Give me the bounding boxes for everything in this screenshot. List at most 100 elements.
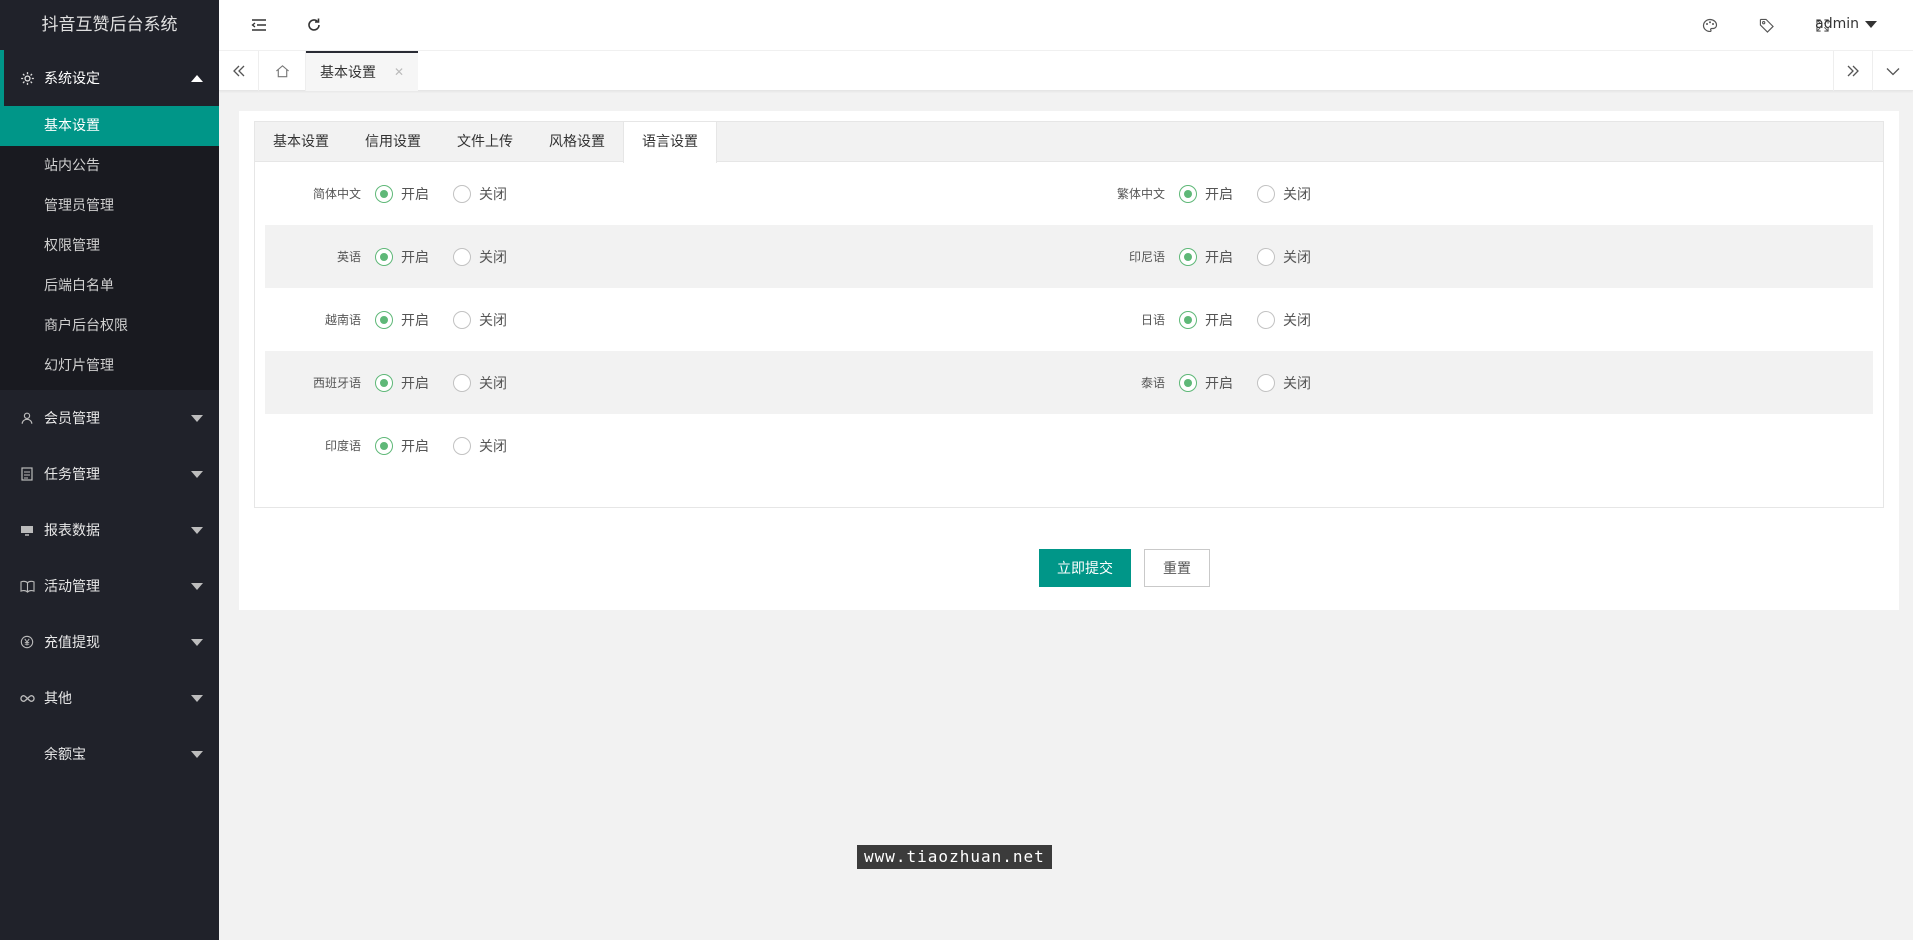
radio-off[interactable]: 关闭 bbox=[1257, 310, 1311, 330]
submenu-system: 基本设置 站内公告 管理员管理 权限管理 后端白名单 商户后台权限 幻灯片管理 bbox=[0, 106, 219, 390]
form-row: 印度语 开启 关闭 bbox=[265, 414, 1873, 477]
radio-off[interactable]: 关闭 bbox=[1257, 247, 1311, 267]
tab-style[interactable]: 风格设置 bbox=[531, 122, 623, 161]
radio-on[interactable]: 开启 bbox=[375, 436, 429, 456]
radio-circle-icon bbox=[375, 310, 393, 329]
language-label: 西班牙语 bbox=[312, 376, 361, 390]
caret-down-icon bbox=[191, 695, 203, 702]
tab-credit[interactable]: 信用设置 bbox=[347, 122, 439, 161]
language-label: 泰语 bbox=[1140, 376, 1165, 390]
book-icon bbox=[18, 577, 36, 595]
radio-off[interactable]: 关闭 bbox=[453, 436, 507, 456]
theme-icon[interactable] bbox=[1697, 12, 1723, 38]
nav-header-activities[interactable]: 活动管理 bbox=[0, 558, 219, 614]
caret-down-icon bbox=[191, 527, 203, 534]
user-menu[interactable]: admin bbox=[1815, 16, 1877, 32]
radio-off[interactable]: 关闭 bbox=[453, 247, 507, 267]
radio-label: 开启 bbox=[401, 438, 429, 455]
radio-label: 开启 bbox=[1205, 249, 1233, 266]
nav-header-label: 会员管理 bbox=[44, 411, 100, 427]
page-tabs-bar: 基本设置 ✕ bbox=[219, 51, 1913, 91]
reset-button[interactable]: 重置 bbox=[1144, 549, 1210, 587]
sidebar-item-basic-settings[interactable]: 基本设置 bbox=[0, 106, 219, 146]
submit-button[interactable]: 立即提交 bbox=[1039, 549, 1131, 587]
settings-tabs: 基本设置 信用设置 文件上传 风格设置 语言设置 bbox=[255, 122, 1883, 163]
language-label: 繁体中文 bbox=[1116, 187, 1165, 201]
radio-off[interactable]: 关闭 bbox=[453, 184, 507, 204]
radio-label: 开启 bbox=[401, 249, 429, 266]
home-icon[interactable] bbox=[259, 51, 306, 91]
tabs-scroll-right-icon[interactable] bbox=[1833, 51, 1873, 91]
radio-label: 关闭 bbox=[1283, 186, 1311, 203]
radio-label: 关闭 bbox=[1283, 312, 1311, 329]
radio-on[interactable]: 开启 bbox=[1179, 310, 1233, 330]
form-row: 英语 开启 关闭 印尼语 开启 关闭 bbox=[265, 225, 1873, 288]
language-label: 简体中文 bbox=[312, 187, 361, 201]
nav-header-system-settings[interactable]: 系统设定 bbox=[0, 50, 219, 106]
caret-up-icon bbox=[191, 75, 203, 82]
radio-on[interactable]: 开启 bbox=[375, 373, 429, 393]
sidebar-item-admin-management[interactable]: 管理员管理 bbox=[0, 186, 219, 226]
language-label: 日语 bbox=[1140, 313, 1165, 327]
sidebar-item-backend-whitelist[interactable]: 后端白名单 bbox=[0, 266, 219, 306]
tabs-scroll-left-icon[interactable] bbox=[219, 51, 259, 91]
tab-basic-settings[interactable]: 基本设置 ✕ bbox=[306, 51, 419, 91]
tag-icon[interactable] bbox=[1753, 12, 1779, 38]
nav-header-label: 报表数据 bbox=[44, 523, 100, 539]
refresh-icon[interactable] bbox=[301, 12, 327, 38]
language-label: 越南语 bbox=[324, 313, 361, 327]
nav-header-yuebao[interactable]: 余额宝 bbox=[0, 726, 219, 782]
radio-circle-icon bbox=[1179, 247, 1197, 266]
tab-label: 基本设置 bbox=[320, 65, 376, 81]
settings-form: 基本设置 信用设置 文件上传 风格设置 语言设置 简体中文 开启 关闭 繁体中文 开启关… bbox=[254, 121, 1884, 508]
radio-circle-icon bbox=[1179, 184, 1197, 203]
radio-off[interactable]: 关闭 bbox=[1257, 373, 1311, 393]
radio-off[interactable]: 关闭 bbox=[453, 373, 507, 393]
tab-file-upload[interactable]: 文件上传 bbox=[439, 122, 531, 161]
tabs-menu-chevron-down-icon[interactable] bbox=[1873, 51, 1913, 91]
radio-label: 开启 bbox=[1205, 312, 1233, 329]
radio-circle-icon bbox=[1257, 184, 1275, 203]
caret-down-icon bbox=[191, 583, 203, 590]
content-card: 基本设置 信用设置 文件上传 风格设置 语言设置 简体中文 开启 关闭 繁体中文 开启关… bbox=[239, 111, 1899, 610]
tab-language[interactable]: 语言设置 bbox=[623, 122, 717, 163]
sidebar-item-announcements[interactable]: 站内公告 bbox=[0, 146, 219, 186]
language-rows: 简体中文 开启 关闭 繁体中文 开启 关闭 英语 开启 关闭 印尼语 开启 关闭 越南语 开启 关闭 日语 开启… bbox=[255, 162, 1883, 477]
nav-header-recharge-withdraw[interactable]: 充值提现 bbox=[0, 614, 219, 670]
language-field: 英语 开启 关闭 bbox=[265, 225, 531, 288]
top-header: admin bbox=[219, 0, 1913, 51]
radio-label: 开启 bbox=[1205, 186, 1233, 203]
blank-icon bbox=[18, 745, 36, 763]
menu-toggle-icon[interactable] bbox=[246, 12, 272, 38]
app-logo-title: 抖音互赞后台系统 bbox=[0, 0, 219, 50]
nav-header-reports[interactable]: 报表数据 bbox=[0, 502, 219, 558]
radio-label: 关闭 bbox=[479, 312, 507, 329]
tab-basic[interactable]: 基本设置 bbox=[255, 122, 347, 161]
radio-on[interactable]: 开启 bbox=[1179, 247, 1233, 267]
radio-off[interactable]: 关闭 bbox=[453, 310, 507, 330]
caret-down-icon bbox=[1865, 20, 1877, 28]
radio-on[interactable]: 开启 bbox=[375, 247, 429, 267]
radio-off[interactable]: 关闭 bbox=[1257, 184, 1311, 204]
close-icon[interactable]: ✕ bbox=[394, 65, 404, 79]
radio-on[interactable]: 开启 bbox=[1179, 373, 1233, 393]
sidebar-item-permissions[interactable]: 权限管理 bbox=[0, 226, 219, 266]
radio-circle-icon bbox=[375, 436, 393, 455]
nav-header-tasks[interactable]: 任务管理 bbox=[0, 446, 219, 502]
nav-header-members[interactable]: 会员管理 bbox=[0, 390, 219, 446]
radio-on[interactable]: 开启 bbox=[375, 310, 429, 330]
language-field: 印度语 开启 关闭 bbox=[265, 414, 531, 477]
radio-label: 关闭 bbox=[479, 438, 507, 455]
radio-label: 关闭 bbox=[479, 249, 507, 266]
sidebar-item-slideshow[interactable]: 幻灯片管理 bbox=[0, 346, 219, 386]
form-row: 简体中文 开启 关闭 繁体中文 开启 关闭 bbox=[265, 162, 1873, 225]
sidebar-item-merchant-permissions[interactable]: 商户后台权限 bbox=[0, 306, 219, 346]
radio-label: 关闭 bbox=[1283, 375, 1311, 392]
radio-circle-icon bbox=[375, 247, 393, 266]
form-row: 西班牙语 开启 关闭 泰语 开启 关闭 bbox=[265, 351, 1873, 414]
radio-on[interactable]: 开启 bbox=[1179, 184, 1233, 204]
language-field: 印尼语 开启 关闭 bbox=[1069, 225, 1335, 288]
caret-down-icon bbox=[191, 471, 203, 478]
radio-on[interactable]: 开启 bbox=[375, 184, 429, 204]
nav-header-other[interactable]: 其他 bbox=[0, 670, 219, 726]
